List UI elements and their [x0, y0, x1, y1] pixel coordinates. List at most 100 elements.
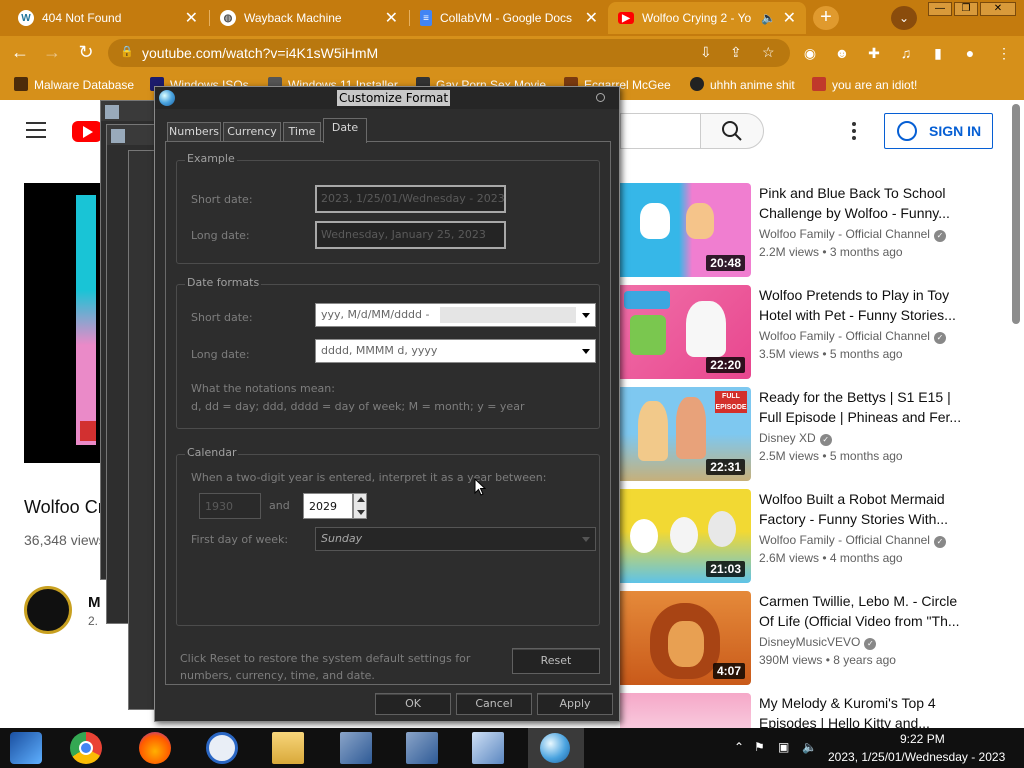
new-tab-button[interactable]: +: [813, 6, 839, 30]
close-icon[interactable]: ✕: [783, 8, 796, 28]
video-thumbnail[interactable]: 20:48: [620, 183, 751, 277]
dropdown-arrow-icon[interactable]: [582, 313, 590, 318]
hamburger-menu-icon[interactable]: [26, 122, 46, 143]
recommended-video-title[interactable]: My Melody & Kuromi's Top 4 Episodes | He…: [759, 693, 964, 733]
extensions-puzzle-icon[interactable]: ✚: [864, 43, 884, 63]
tab-currency[interactable]: Currency: [223, 122, 281, 142]
tab-date[interactable]: Date: [323, 118, 367, 143]
youtube-logo[interactable]: [72, 121, 102, 142]
tab-404[interactable]: W 404 Not Found ✕: [8, 2, 208, 34]
page-scrollbar[interactable]: [1012, 104, 1020, 324]
bookmark-you-are-an-idiot[interactable]: you are an idiot!: [812, 77, 917, 92]
example-short-date: 2023, 1/25/01/Wednesday - 2023: [315, 185, 506, 213]
search-button[interactable]: [700, 113, 764, 149]
forward-arrow-icon[interactable]: →: [40, 40, 64, 64]
volume-icon[interactable]: 🔈: [802, 740, 817, 754]
recommended-channel[interactable]: Wolfoo Family - Official Channel ✓: [759, 533, 946, 548]
media-control-icon[interactable]: ♫: [896, 43, 916, 63]
dropdown-arrow-icon[interactable]: [582, 349, 590, 354]
close-window-button[interactable]: ✕: [980, 2, 1016, 16]
clock-time[interactable]: 9:22 PM: [900, 732, 945, 746]
regional-settings-taskbar-button[interactable]: [528, 728, 584, 768]
tab-wolfoo-youtube[interactable]: ▶ Wolfoo Crying 2 - Yo 🔈 ✕: [608, 2, 806, 34]
date-time-taskbar-icon[interactable]: [472, 732, 504, 764]
recommended-video[interactable]: 20:48 Pink and Blue Back To School Chall…: [620, 183, 1020, 279]
recommended-video[interactable]: FULL EPISODE 22:31 Ready for the Bettys …: [620, 387, 1020, 483]
recommended-channel[interactable]: Wolfoo Family - Official Channel ✓: [759, 227, 946, 242]
sign-in-button[interactable]: SIGN IN: [884, 113, 993, 149]
minimize-button[interactable]: —: [928, 2, 952, 16]
dropdown-arrow-icon[interactable]: [582, 537, 590, 542]
close-icon[interactable]: ✕: [185, 8, 198, 28]
reload-icon[interactable]: ↻: [74, 40, 98, 64]
recommended-video-title[interactable]: Carmen Twillie, Lebo M. - Circle Of Life…: [759, 591, 964, 631]
dialog-title-bar[interactable]: Customize Format: [155, 87, 619, 109]
recommended-video[interactable]: 21:03 Wolfoo Built a Robot Mermaid Facto…: [620, 489, 1020, 585]
spin-down-icon[interactable]: [357, 510, 365, 515]
voting-taskbar-icon[interactable]: [206, 732, 238, 764]
chrome-taskbar-icon[interactable]: [70, 732, 102, 764]
flag-icon[interactable]: ⚑: [754, 740, 765, 754]
speaker-icon[interactable]: 🔈: [761, 11, 776, 25]
tab-collabvm-docs[interactable]: ≡ CollabVM - Google Docs ✕: [410, 2, 608, 34]
ok-button[interactable]: OK: [375, 693, 451, 715]
extension-flag-icon[interactable]: ◉: [800, 43, 820, 63]
start-button[interactable]: [10, 732, 42, 764]
install-icon[interactable]: ⇩: [700, 44, 712, 61]
close-icon[interactable]: ✕: [585, 8, 598, 28]
video-thumbnail[interactable]: 21:03: [620, 489, 751, 583]
close-icon[interactable]: ✕: [385, 8, 398, 28]
long-date-format-combo[interactable]: dddd, MMMM d, yyyy: [315, 339, 596, 363]
bookmark-anime[interactable]: uhhh anime shit: [690, 77, 795, 92]
recommended-channel[interactable]: Disney XD ✓: [759, 431, 832, 446]
cancel-button[interactable]: Cancel: [456, 693, 532, 715]
close-dialog-button[interactable]: [596, 93, 605, 102]
address-bar[interactable]: 🔒 youtube.com/watch?v=i4K1sW5iHmM ⇩ ⇪ ☆: [108, 39, 790, 67]
short-date-format-combo[interactable]: yyy, M/d/MM/dddd -: [315, 303, 596, 327]
back-arrow-icon[interactable]: ←: [8, 40, 32, 64]
side-panel-icon[interactable]: ▮: [928, 43, 948, 63]
bookmark-star-icon[interactable]: ☆: [762, 44, 775, 61]
firefox-taskbar-icon[interactable]: [139, 732, 171, 764]
recommended-video[interactable]: 4:07 Carmen Twillie, Lebo M. - Circle Of…: [620, 591, 1020, 687]
profile-icon[interactable]: ●: [960, 43, 980, 63]
video-thumbnail[interactable]: 4:07: [620, 591, 751, 685]
video-thumbnail[interactable]: 22:20: [620, 285, 751, 379]
network-icon[interactable]: ▣: [778, 740, 789, 754]
short-date-format-value[interactable]: yyy, M/d/MM/dddd -: [321, 308, 430, 321]
first-day-value[interactable]: Sunday: [321, 532, 362, 545]
first-day-combo[interactable]: Sunday: [315, 527, 596, 551]
clock-date[interactable]: 2023, 1/25/01/Wednesday - 2023: [828, 750, 1005, 764]
reset-button[interactable]: Reset: [512, 648, 600, 674]
recommended-video-title[interactable]: Ready for the Bettys | S1 E15 | Full Epi…: [759, 387, 964, 427]
recommended-video-title[interactable]: Wolfoo Pretends to Play in Toy Hotel wit…: [759, 285, 964, 325]
chrome-menu-icon[interactable]: ⋮: [994, 43, 1014, 63]
tab-wayback[interactable]: ◍ Wayback Machine ✕: [210, 2, 408, 34]
recommended-video[interactable]: 22:20 Wolfoo Pretends to Play in Toy Hot…: [620, 285, 1020, 381]
recommended-channel[interactable]: Wolfoo Family - Official Channel ✓: [759, 329, 946, 344]
video-thumbnail[interactable]: FULL EPISODE 22:31: [620, 387, 751, 481]
tab-time[interactable]: Time: [283, 122, 321, 142]
tab-search-chevron-icon[interactable]: ⌄: [891, 6, 917, 30]
more-options-icon[interactable]: [852, 122, 858, 142]
spin-up-icon[interactable]: [357, 497, 365, 502]
year-to-field[interactable]: 2029: [303, 493, 353, 519]
recommended-video-title[interactable]: Wolfoo Built a Robot Mermaid Factory - F…: [759, 489, 964, 529]
channel-avatar[interactable]: [24, 586, 72, 634]
search-input[interactable]: [620, 113, 701, 149]
share-icon[interactable]: ⇪: [730, 44, 742, 61]
year-spinner[interactable]: [353, 493, 367, 519]
extension-avatar-icon[interactable]: ☻: [832, 43, 852, 63]
tab-numbers[interactable]: Numbers: [167, 122, 221, 142]
control-panel-taskbar-icon[interactable]: [340, 732, 372, 764]
long-date-format-value[interactable]: dddd, MMMM d, yyyy: [321, 344, 437, 357]
control-panel-taskbar-icon[interactable]: [406, 732, 438, 764]
file-explorer-taskbar-icon[interactable]: [272, 732, 304, 764]
restore-button[interactable]: ❐: [954, 2, 978, 16]
bookmark-malware-database[interactable]: Malware Database: [14, 77, 134, 92]
channel-name[interactable]: M: [88, 594, 101, 611]
recommended-video-title[interactable]: Pink and Blue Back To School Challenge b…: [759, 183, 964, 223]
recommended-channel[interactable]: DisneyMusicVEVO ✓: [759, 635, 877, 650]
show-hidden-icons[interactable]: ⌃: [734, 740, 744, 754]
apply-button[interactable]: Apply: [537, 693, 613, 715]
